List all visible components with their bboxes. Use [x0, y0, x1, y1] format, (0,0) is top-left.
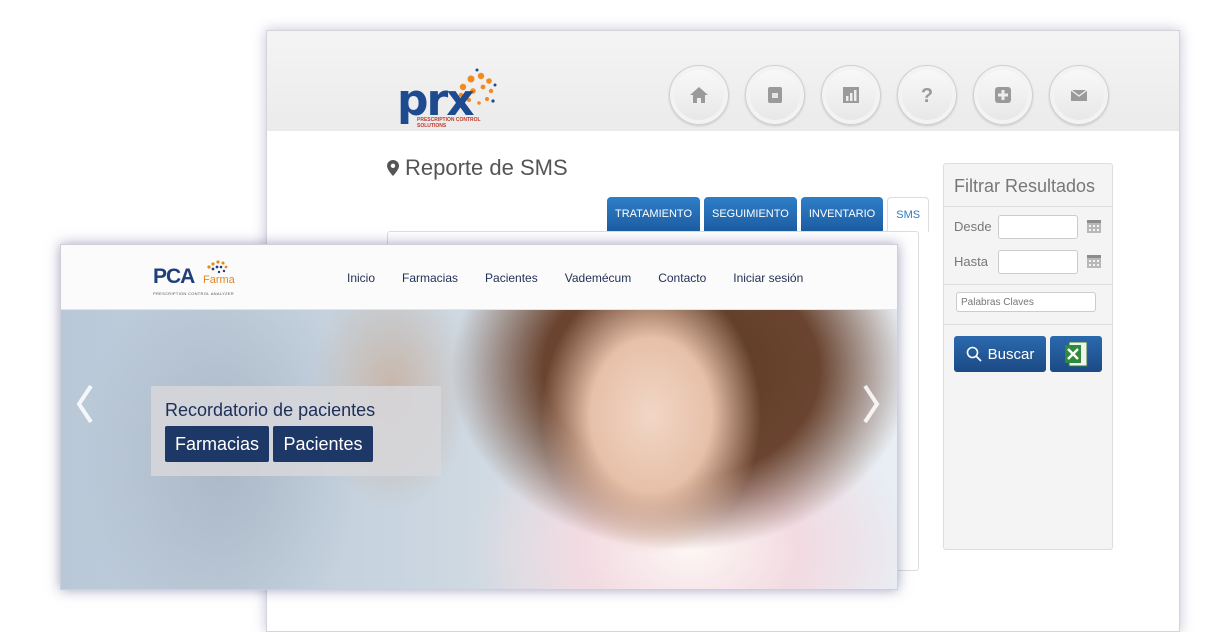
nav-help-button[interactable]: ? [897, 65, 957, 125]
menu-item-contacto[interactable]: Contacto [658, 271, 706, 285]
excel-icon [1065, 341, 1088, 367]
page-title: Reporte de SMS [387, 155, 568, 181]
mail-icon [1070, 89, 1088, 101]
hasta-input[interactable] [998, 250, 1078, 274]
calendar-icon[interactable] [1086, 218, 1102, 234]
hero-caption-title: Recordatorio de pacientes [165, 400, 376, 420]
contacts-icon [768, 87, 782, 103]
nav-plus-button[interactable] [973, 65, 1033, 125]
calendar-icon[interactable] [1086, 253, 1102, 269]
menu-item-pacientes[interactable]: Pacientes [485, 271, 538, 285]
menu-item-farmacias[interactable]: Farmacias [402, 271, 458, 285]
pca-logo-text: PCA [153, 265, 195, 288]
hero-pacientes-button[interactable]: Pacientes [273, 426, 373, 462]
report-tabs: TRATAMIENTO SEGUIMIENTO INVENTARIO SMS [607, 197, 930, 232]
nav-home-button[interactable] [669, 65, 729, 125]
tab-sms[interactable]: SMS [887, 197, 930, 232]
desde-input[interactable] [998, 215, 1078, 239]
search-icon [966, 346, 982, 362]
desde-label: Desde [954, 219, 992, 234]
hero-caption: Recordatorio de pacientes Farmacias Paci… [151, 386, 441, 476]
pca-logo-subtext: PRESCRIPTION CONTROL ANALYZER [153, 291, 234, 296]
help-icon: ? [921, 85, 933, 106]
hero-farmacias-button[interactable]: Farmacias [165, 426, 269, 462]
page-title-text: Reporte de SMS [405, 155, 568, 180]
plus-icon [995, 87, 1011, 103]
carousel-prev-arrow-icon[interactable] [75, 382, 95, 426]
carousel-next-arrow-icon[interactable] [861, 382, 881, 426]
map-pin-icon [387, 160, 399, 176]
svg-text:?: ? [921, 85, 933, 106]
filter-title: Filtrar Resultados [954, 176, 1096, 196]
home-icon [690, 87, 708, 103]
filter-panel: Filtrar Resultados Desde Hasta Palabras … [943, 163, 1113, 550]
pca-logo[interactable]: PCA Farma PRESCRIPTION CONTROL ANALYZER [153, 259, 253, 299]
keywords-input[interactable]: Palabras Claves [956, 292, 1096, 312]
nav-mail-button[interactable] [1049, 65, 1109, 125]
prx-header: prx PRESCRIPTION CONTROL SOLUTIONS ? [267, 31, 1179, 131]
search-button-label: Buscar [987, 345, 1035, 363]
pca-logo-accent: Farma [203, 274, 235, 286]
chart-icon [843, 87, 859, 103]
hero-carousel: Recordatorio de pacientes Farmacias Paci… [61, 310, 897, 589]
tab-tratamiento[interactable]: TRATAMIENTO [607, 197, 700, 231]
main-menu: Inicio Farmacias Pacientes Vademécum Con… [347, 271, 803, 285]
menu-item-vademecum[interactable]: Vademécum [565, 271, 631, 285]
prx-logo[interactable]: prx PRESCRIPTION CONTROL SOLUTIONS [397, 67, 517, 131]
prx-nav: ? [669, 65, 1109, 125]
filter-divider [944, 284, 1112, 285]
pca-dots-icon [207, 260, 228, 274]
filter-divider [944, 206, 1112, 207]
hasta-label: Hasta [954, 254, 988, 269]
export-excel-button[interactable] [1050, 336, 1102, 372]
pca-website-window: PCA Farma PRESCRIPTION CONTROL ANALYZER … [60, 244, 898, 590]
search-button[interactable]: Buscar [954, 336, 1046, 372]
nav-chart-button[interactable] [821, 65, 881, 125]
nav-contacts-button[interactable] [745, 65, 805, 125]
prx-logo-subtext: PRESCRIPTION CONTROL SOLUTIONS [417, 117, 481, 129]
tab-inventario[interactable]: INVENTARIO [800, 197, 884, 231]
menu-item-inicio[interactable]: Inicio [347, 271, 375, 285]
filter-divider [944, 324, 1112, 325]
menu-item-iniciar-sesion[interactable]: Iniciar sesión [733, 271, 803, 285]
pca-header: PCA Farma PRESCRIPTION CONTROL ANALYZER … [61, 245, 897, 310]
tab-seguimiento[interactable]: SEGUIMIENTO [704, 197, 797, 231]
